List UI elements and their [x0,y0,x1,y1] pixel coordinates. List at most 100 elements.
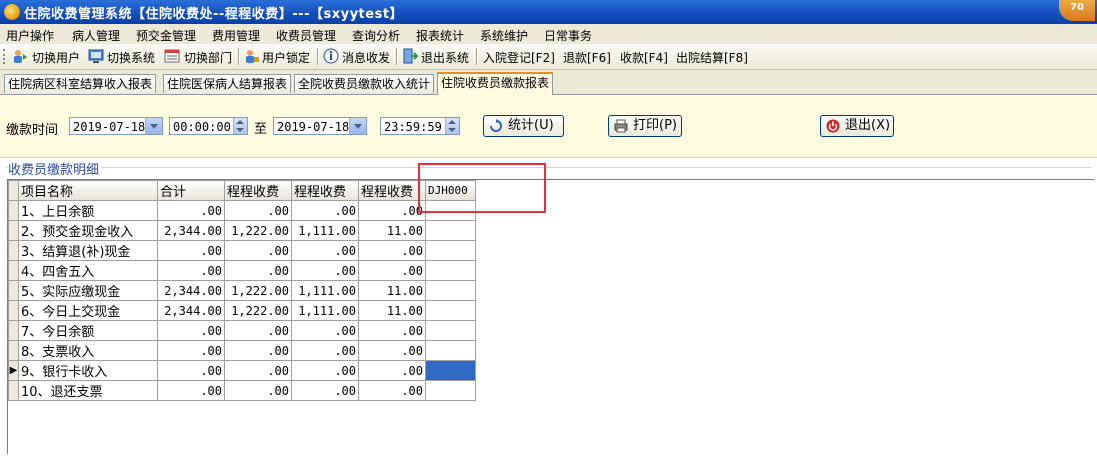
row-cell[interactable] [425,220,476,241]
row-cell[interactable] [425,320,476,341]
row-cell[interactable]: 1,222.00 [224,300,292,321]
table-row[interactable]: 6、今日上交现金 2,344.00 1,222.00 1,111.00 11.00 [8,300,476,321]
spinner-icon[interactable] [445,118,459,134]
col-header-cashier-2[interactable]: 程程收费 [291,180,359,201]
row-cell[interactable]: 1,222.00 [224,220,292,241]
payment-grid[interactable]: 项目名称 合计 程程收费 程程收费 程程收费 DJH000 1、上日余额 .00.… [7,179,1094,454]
menu-daily[interactable]: 日常事务 [544,27,592,44]
tab-hospital-cashier-stats[interactable]: 全院收费员缴款收入统计 [294,74,435,93]
switch-user-button[interactable]: 切换用户 [32,49,80,66]
tab-ward-dept-report[interactable]: 住院病区科室结算收入报表 [4,74,157,93]
row-indicator[interactable] [8,280,19,301]
row-cell[interactable]: .00 [291,380,359,401]
row-indicator[interactable] [8,240,19,261]
spinner-icon[interactable] [233,118,247,134]
row-cell[interactable]: 1,111.00 [291,300,359,321]
row-cell[interactable] [425,200,476,221]
menu-patient[interactable]: 病人管理 [72,27,120,44]
row-indicator[interactable] [8,340,19,361]
row-cell[interactable]: .00 [157,320,225,341]
row-cell[interactable]: .00 [224,340,292,361]
exit-button[interactable]: 退出(X) [820,115,894,137]
table-row[interactable]: 4、四舍五入 .00.00.00.00 [8,260,476,281]
row-cell[interactable]: 11.00 [358,300,426,321]
table-row[interactable]: 10、退还支票 .00.00.00.00 [8,380,476,401]
row-cell[interactable]: .00 [224,200,292,221]
row-cell[interactable]: 11.00 [358,280,426,301]
table-row[interactable]: 8、支票收入 .00.00.00.00 [8,340,476,361]
row-cell[interactable]: 2,344.00 [157,280,225,301]
row-cell[interactable]: 1,111.00 [291,280,359,301]
row-cell[interactable] [425,360,476,381]
row-cell[interactable]: .00 [358,360,426,381]
row-cell[interactable] [425,340,476,361]
row-cell[interactable]: .00 [291,320,359,341]
row-item-name[interactable]: 9、银行卡收入 [18,360,158,381]
col-header-cashier-1[interactable]: 程程收费 [224,180,292,201]
row-cell[interactable] [425,300,476,321]
exit-system-button[interactable]: 退出系统 [421,49,469,66]
row-cell[interactable]: .00 [291,240,359,261]
row-cell[interactable]: .00 [291,200,359,221]
row-cell[interactable]: .00 [157,360,225,381]
row-indicator[interactable] [8,260,19,281]
row-item-name[interactable]: 1、上日余额 [18,200,158,221]
row-cell[interactable]: 1,111.00 [291,220,359,241]
menu-query[interactable]: 查询分析 [352,27,400,44]
row-cell[interactable] [425,280,476,301]
row-cell[interactable]: .00 [358,260,426,281]
row-cell[interactable]: .00 [291,360,359,381]
discharge-button[interactable]: 出院结算[F8] [676,49,748,66]
row-indicator[interactable] [8,300,19,321]
date-from-picker[interactable]: 2019-07-18 [69,117,163,135]
row-cell[interactable]: .00 [224,260,292,281]
time-to-field[interactable]: 23:59:59 [380,117,460,135]
row-indicator[interactable] [8,380,19,401]
row-cell[interactable]: .00 [358,200,426,221]
row-cell[interactable]: 2,344.00 [157,220,225,241]
row-item-name[interactable]: 6、今日上交现金 [18,300,158,321]
collect-button[interactable]: 收款[F4] [620,49,668,66]
row-cell[interactable]: .00 [291,260,359,281]
toolbar-grip[interactable] [3,49,7,64]
table-row[interactable]: 7、今日余额 .00.00.00.00 [8,320,476,341]
row-cell[interactable] [425,380,476,401]
refund-button[interactable]: 退款[F6] [563,49,611,66]
col-header-item[interactable]: 项目名称 [18,180,158,201]
menu-maintenance[interactable]: 系统维护 [480,27,528,44]
switch-system-button[interactable]: 切换系统 [107,49,155,66]
col-header-cashier-3[interactable]: 程程收费 [358,180,426,201]
table-row[interactable]: 2、预交金现金收入 2,344.00 1,222.00 1,111.00 11.00 [8,220,476,241]
row-cell[interactable]: .00 [157,260,225,281]
table-row[interactable]: 3、结算退(补)现金 .00.00.00.00 [8,240,476,261]
row-cell[interactable]: .00 [224,240,292,261]
switch-dept-button[interactable]: 切换部门 [184,49,232,66]
admit-button[interactable]: 入院登记[F2] [483,49,555,66]
row-cell[interactable]: .00 [157,380,225,401]
row-indicator[interactable] [8,220,19,241]
table-row[interactable]: 5、实际应缴现金 2,344.00 1,222.00 1,111.00 11.00 [8,280,476,301]
stats-button[interactable]: 统计(U) [483,115,564,137]
row-cell[interactable]: .00 [157,340,225,361]
menu-fees[interactable]: 费用管理 [212,27,260,44]
row-item-name[interactable]: 5、实际应缴现金 [18,280,158,301]
row-indicator[interactable] [8,200,19,221]
row-item-name[interactable]: 4、四舍五入 [18,260,158,281]
row-cell[interactable]: .00 [157,240,225,261]
menu-prepayment[interactable]: 预交金管理 [136,27,196,44]
menu-cashier[interactable]: 收费员管理 [276,27,336,44]
row-cell[interactable] [425,260,476,281]
row-cell[interactable]: 11.00 [358,220,426,241]
row-item-name[interactable]: 2、预交金现金收入 [18,220,158,241]
row-cell[interactable]: .00 [291,340,359,361]
row-cell[interactable]: .00 [157,200,225,221]
row-cell[interactable]: .00 [358,240,426,261]
time-from-field[interactable]: 00:00:00 [169,117,248,135]
row-cell[interactable]: .00 [358,340,426,361]
tab-insurance-report[interactable]: 住院医保病人结算报表 [163,74,292,93]
menu-user-ops[interactable]: 用户操作 [6,27,54,44]
chevron-down-icon[interactable] [145,118,162,134]
row-indicator[interactable] [8,320,19,341]
menu-reports[interactable]: 报表统计 [416,27,464,44]
col-header-total[interactable]: 合计 [157,180,225,201]
